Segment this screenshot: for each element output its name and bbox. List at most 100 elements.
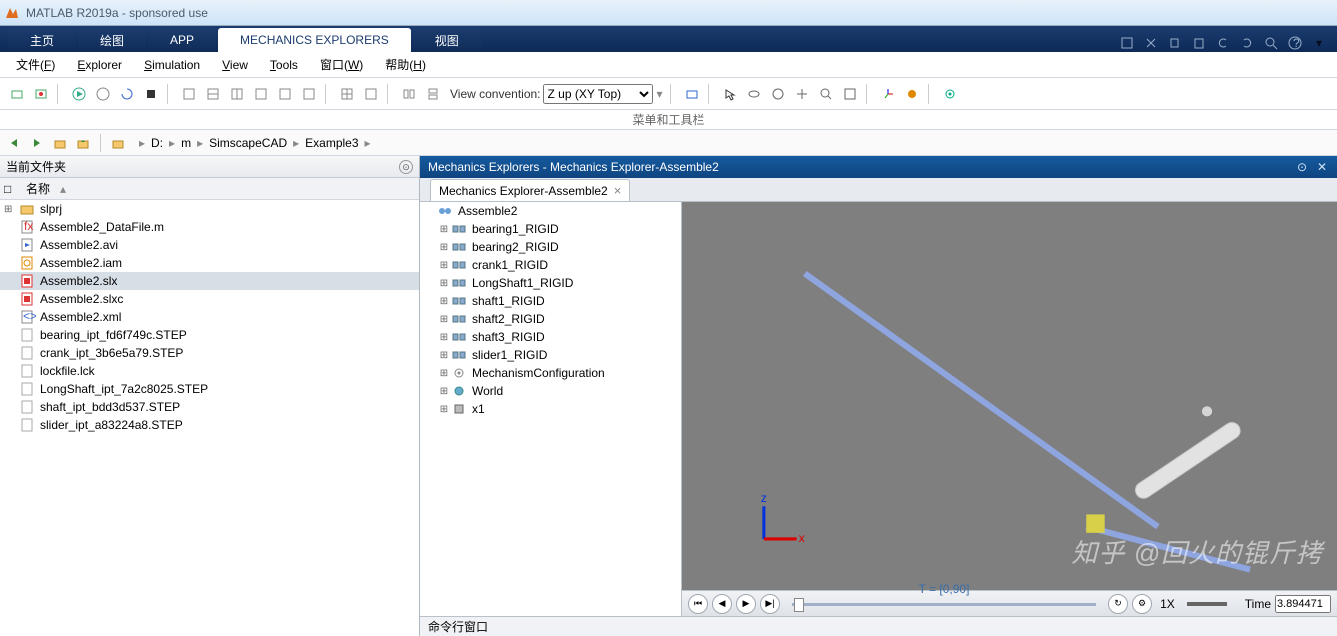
time-value-input[interactable] [1275, 595, 1331, 613]
qat-undo-icon[interactable] [1213, 34, 1233, 52]
tool-step-icon[interactable] [92, 83, 114, 105]
tree-row[interactable]: ⊞LongShaft1_RIGID [420, 274, 681, 292]
play-speed-icon[interactable]: ⚙ [1132, 594, 1152, 614]
file-row[interactable]: bearing_ipt_fd6f749c.STEP [0, 326, 419, 344]
tree-row[interactable]: ⊞World [420, 382, 681, 400]
play-prev-icon[interactable]: ◀ [712, 594, 732, 614]
tree-row[interactable]: ⊞shaft2_RIGID [420, 310, 681, 328]
tool-view-front-icon[interactable] [202, 83, 224, 105]
tool-grid-a-icon[interactable] [336, 83, 358, 105]
tool-snapshot-icon[interactable] [6, 83, 28, 105]
crumb-1[interactable]: m [177, 134, 195, 152]
tree-row[interactable]: ⊞crank1_RIGID [420, 256, 681, 274]
speed-slider[interactable] [1187, 602, 1227, 606]
nav-up-folder-icon[interactable] [50, 133, 70, 153]
tool-grid-b-icon[interactable] [360, 83, 382, 105]
qat-copy-icon[interactable] [1165, 34, 1185, 52]
tool-view-side-icon[interactable] [226, 83, 248, 105]
tool-record-icon[interactable] [30, 83, 52, 105]
time-slider[interactable]: T = [0,90] [792, 596, 1096, 612]
tree-row[interactable]: ⊞shaft1_RIGID [420, 292, 681, 310]
tab-close-icon[interactable]: × [614, 183, 622, 198]
tool-zoom-icon[interactable] [815, 83, 837, 105]
file-row[interactable]: Assemble2.slx [0, 272, 419, 290]
menu-file[interactable]: 文件(F) [6, 53, 65, 76]
file-row[interactable]: LongShaft_ipt_7a2c8025.STEP [0, 380, 419, 398]
file-row[interactable]: Assemble2.iam [0, 254, 419, 272]
tool-body-highlight-icon[interactable] [901, 83, 923, 105]
file-row[interactable]: slider_ipt_a83224a8.STEP [0, 416, 419, 434]
tool-pan-icon[interactable] [791, 83, 813, 105]
play-first-icon[interactable]: ⏮ [688, 594, 708, 614]
crumb-drive[interactable]: D: [147, 134, 167, 152]
tab-plot[interactable]: 绘图 [78, 28, 146, 52]
tree-row[interactable]: ⊞slider1_RIGID [420, 346, 681, 364]
qat-cut-icon[interactable] [1141, 34, 1161, 52]
tree-row[interactable]: ⊞shaft3_RIGID [420, 328, 681, 346]
file-row[interactable]: lockfile.lck [0, 362, 419, 380]
tool-selmode-a-icon[interactable] [398, 83, 420, 105]
folder-col-name[interactable]: 名称 [26, 180, 50, 197]
file-row[interactable]: crank_ipt_3b6e5a79.STEP [0, 344, 419, 362]
menu-window[interactable]: 窗口(W) [310, 53, 373, 76]
qat-search-icon[interactable] [1261, 34, 1281, 52]
tab-view[interactable]: 视图 [413, 28, 481, 52]
tab-mechanics-explorers[interactable]: MECHANICS EXPLORERS [218, 28, 411, 52]
tool-play-icon[interactable] [68, 83, 90, 105]
tool-frame-icon[interactable] [877, 83, 899, 105]
tree-expand-icon[interactable]: ⊞ [438, 404, 450, 415]
mechanics-tab[interactable]: Mechanics Explorer-Assemble2 × [430, 179, 630, 201]
tree-row[interactable]: ⊞bearing2_RIGID [420, 238, 681, 256]
tree-expand-icon[interactable]: ⊞ [438, 386, 450, 397]
command-window-header[interactable]: 命令行窗口 [420, 616, 1337, 636]
menu-simulation[interactable]: Simulation [134, 55, 210, 75]
qat-help-icon[interactable]: ? [1285, 34, 1305, 52]
play-play-icon[interactable]: ▶ [736, 594, 756, 614]
play-loop-icon[interactable]: ↻ [1108, 594, 1128, 614]
tool-view-right-icon[interactable] [298, 83, 320, 105]
tool-stop-icon[interactable] [140, 83, 162, 105]
tree-expand-icon[interactable]: ⊞ [438, 350, 450, 361]
panel-menu-icon[interactable]: ⊙ [399, 160, 413, 174]
tool-view-iso-icon[interactable] [178, 83, 200, 105]
file-row[interactable]: Assemble2.avi [0, 236, 419, 254]
panel-maximize-icon[interactable]: ⊙ [1295, 160, 1309, 174]
view-convention-select[interactable]: Z up (XY Top) [543, 84, 653, 104]
tree-expand-icon[interactable]: ⊞ [438, 314, 450, 325]
qat-paste-icon[interactable] [1189, 34, 1209, 52]
nav-folder-icon[interactable] [108, 133, 128, 153]
model-tree[interactable]: Assemble2 ⊞bearing1_RIGID⊞bearing2_RIGID… [420, 202, 682, 616]
qat-save-icon[interactable] [1117, 34, 1137, 52]
tool-view-left-icon[interactable] [274, 83, 296, 105]
tool-pointer-icon[interactable] [719, 83, 741, 105]
tree-expand-icon[interactable]: ⊞ [438, 224, 450, 235]
menu-explorer[interactable]: Explorer [67, 55, 132, 75]
menu-view[interactable]: View [212, 55, 258, 75]
nav-forward-icon[interactable] [27, 133, 47, 153]
tab-app[interactable]: APP [148, 28, 216, 52]
tool-view-top-icon[interactable] [250, 83, 272, 105]
tree-expand-icon[interactable]: ⊞ [438, 278, 450, 289]
tree-expand-icon[interactable]: ⊞ [438, 242, 450, 253]
tree-expand-icon[interactable]: ⊞ [438, 296, 450, 307]
nav-parent-icon[interactable] [73, 133, 93, 153]
tool-settings-icon[interactable] [939, 83, 961, 105]
tree-row[interactable]: ⊞MechanismConfiguration [420, 364, 681, 382]
crumb-2[interactable]: SimscapeCAD [205, 134, 291, 152]
menu-tools[interactable]: Tools [260, 55, 308, 75]
file-list[interactable]: ⊞slprjfxAssemble2_DataFile.mAssemble2.av… [0, 200, 419, 636]
tool-rotate-icon[interactable] [743, 83, 765, 105]
tool-update-icon[interactable] [116, 83, 138, 105]
qat-dropdown-icon[interactable]: ▾ [1309, 34, 1329, 52]
tree-expand-icon[interactable]: ⊞ [438, 332, 450, 343]
tree-row[interactable]: ⊞bearing1_RIGID [420, 220, 681, 238]
file-row[interactable]: <>Assemble2.xml [0, 308, 419, 326]
tool-selmode-b-icon[interactable] [422, 83, 444, 105]
crumb-3[interactable]: Example3 [301, 134, 362, 152]
tree-expand-icon[interactable]: ⊞ [438, 368, 450, 379]
tab-home[interactable]: 主页 [8, 28, 76, 52]
qat-redo-icon[interactable] [1237, 34, 1257, 52]
panel-close-icon[interactable]: ✕ [1315, 160, 1329, 174]
tool-camera-icon[interactable] [681, 83, 703, 105]
tool-spin-icon[interactable] [767, 83, 789, 105]
